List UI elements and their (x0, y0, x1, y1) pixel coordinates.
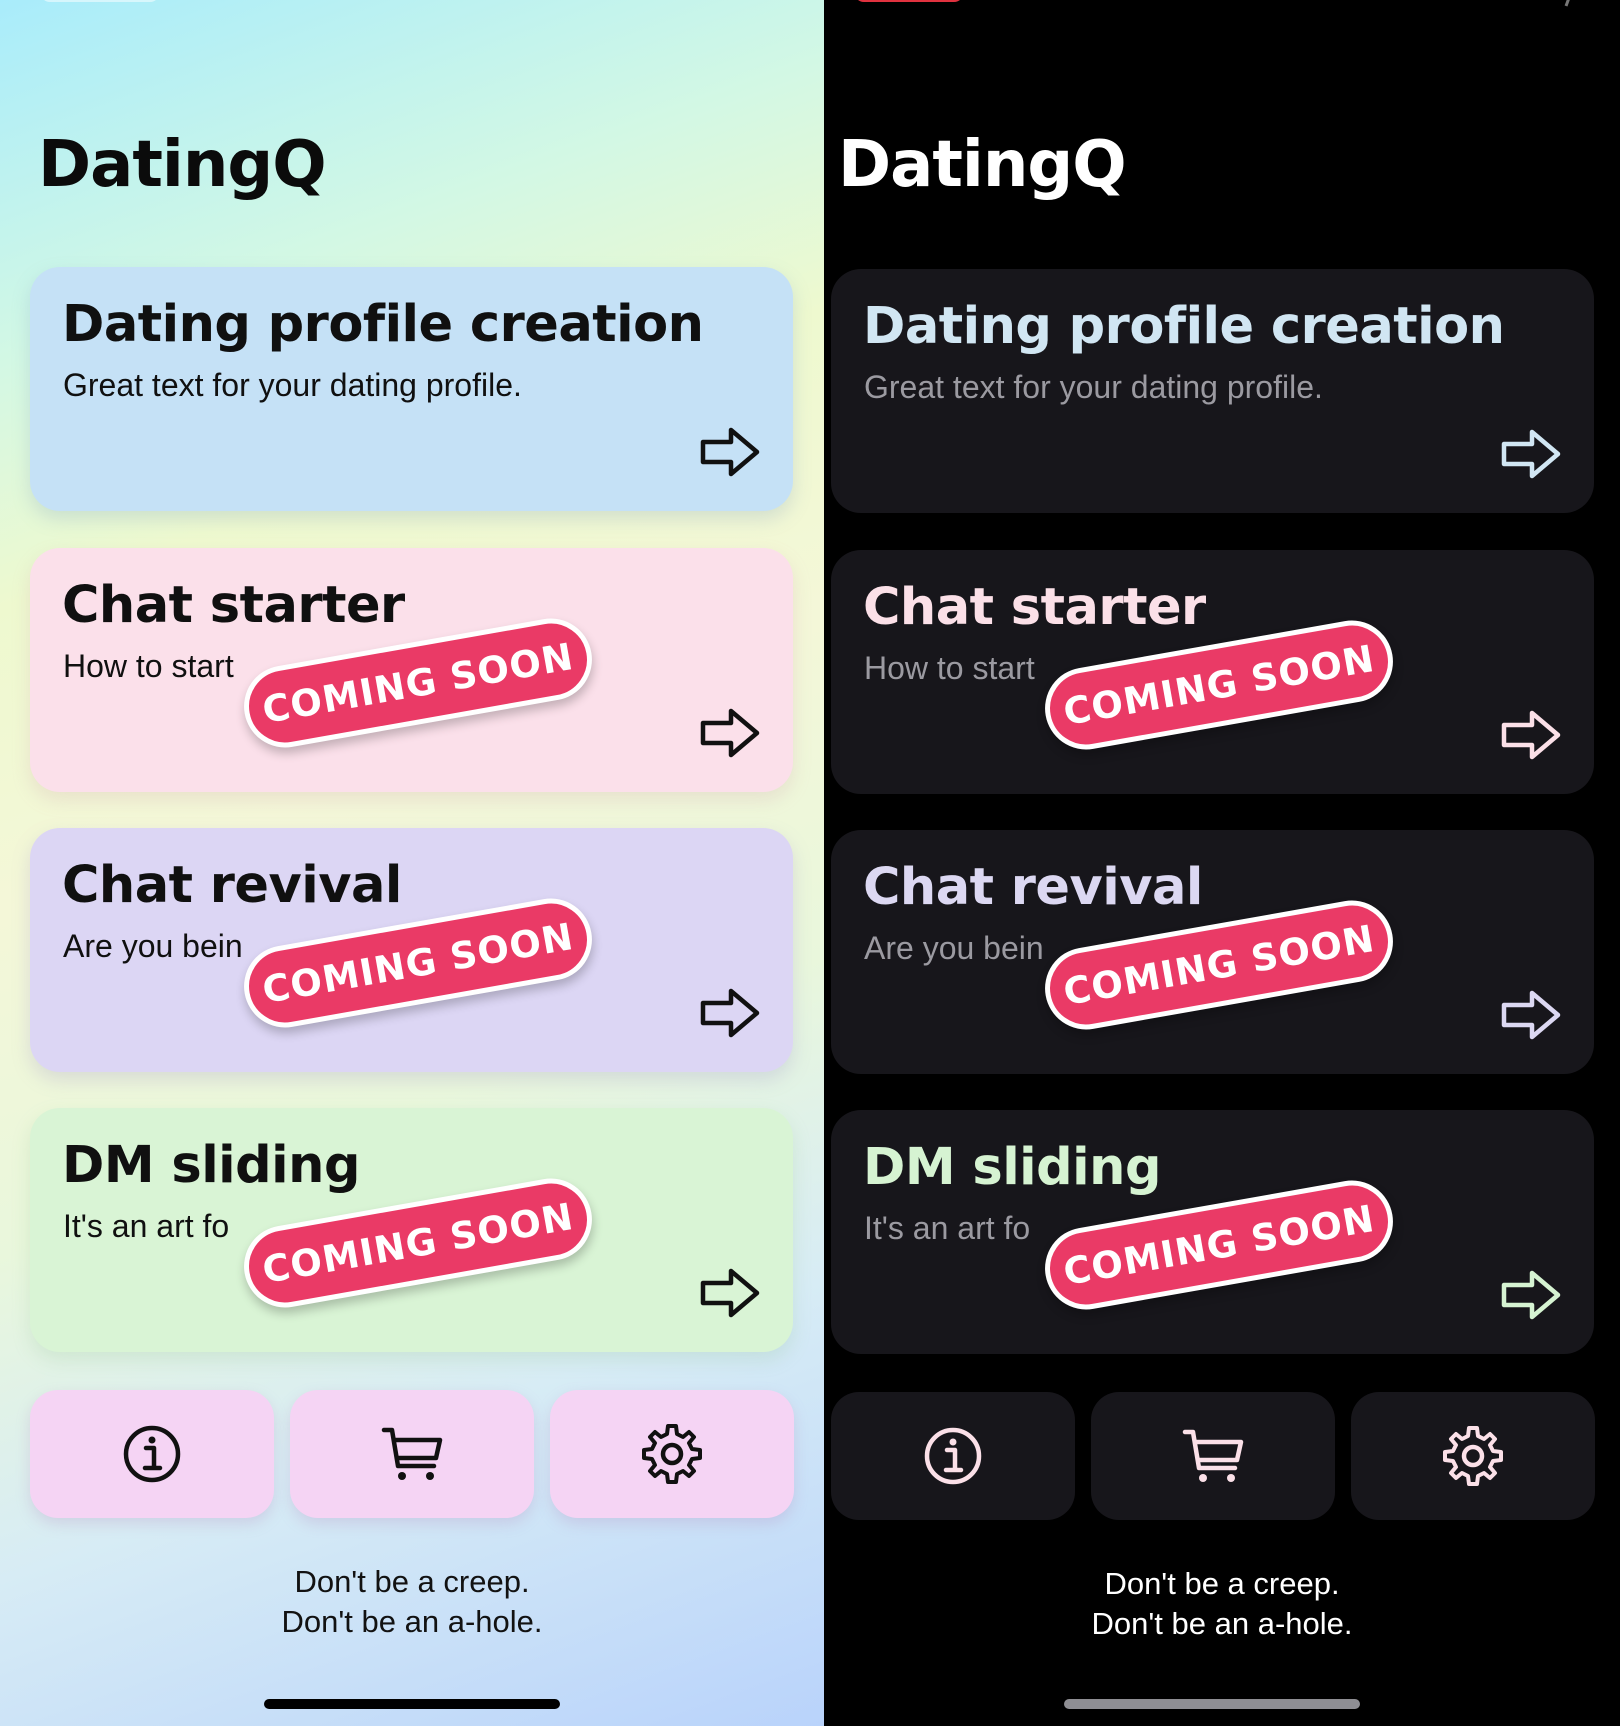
card-dm-sliding[interactable]: DM sliding It's an art fo COMING SOON (30, 1108, 793, 1352)
gear-icon (642, 1424, 702, 1484)
dark-mode-screen: DatingQ Dating profile creation Great te… (824, 0, 1620, 1726)
light-mode-screen: DatingQ Dating profile creation Great te… (0, 0, 824, 1726)
card-subtitle: It's an art fo (63, 1208, 230, 1244)
arrow-right-icon[interactable] (699, 986, 761, 1040)
footer-line: Don't be a creep. (294, 1564, 530, 1599)
settings-button[interactable] (1351, 1392, 1595, 1520)
footer-line: Don't be a creep. (1104, 1566, 1340, 1601)
arrow-right-icon[interactable] (1500, 988, 1562, 1042)
info-icon (924, 1427, 982, 1485)
footer-line: Don't be an a-hole. (281, 1604, 543, 1639)
card-dm-sliding[interactable]: DM sliding It's an art fo COMING SOON (831, 1110, 1594, 1354)
info-button[interactable] (30, 1390, 274, 1518)
card-subtitle: Great text for your dating profile. (864, 369, 1323, 405)
card-subtitle: How to start (864, 650, 1035, 686)
info-button[interactable] (831, 1392, 1075, 1520)
arrow-right-icon[interactable] (699, 706, 761, 760)
card-dating-profile-creation[interactable]: Dating profile creation Great text for y… (831, 269, 1594, 513)
card-chat-starter[interactable]: Chat starter How to start COMING SOON (831, 550, 1594, 794)
footer-line: Don't be an a-hole. (1091, 1606, 1353, 1641)
status-bar-indicator (854, 0, 964, 2)
card-subtitle: Great text for your dating profile. (63, 367, 522, 403)
card-title: Chat revival (62, 856, 402, 915)
arrow-right-icon[interactable] (1500, 427, 1562, 481)
card-title: Chat starter (62, 576, 405, 635)
card-title: Chat starter (863, 578, 1206, 637)
arrow-right-icon[interactable] (1500, 1268, 1562, 1322)
card-title: DM sliding (863, 1138, 1161, 1197)
status-bar-indicator (1551, 0, 1572, 7)
card-title: Dating profile creation (863, 297, 1505, 356)
cart-icon (381, 1427, 443, 1480)
info-icon (123, 1425, 181, 1483)
card-dating-profile-creation[interactable]: Dating profile creation Great text for y… (30, 267, 793, 511)
arrow-right-icon[interactable] (1500, 708, 1562, 762)
footer-message: Don't be a creep. Don't be an a-hole. (0, 1562, 824, 1642)
cart-button[interactable] (290, 1390, 534, 1518)
cart-button[interactable] (1091, 1392, 1335, 1520)
card-subtitle: It's an art fo (864, 1210, 1031, 1246)
card-subtitle: Are you bein (63, 928, 243, 964)
card-chat-starter[interactable]: Chat starter How to start COMING SOON (30, 548, 793, 792)
card-chat-revival[interactable]: Chat revival Are you bein COMING SOON (30, 828, 793, 1072)
app-title: DatingQ (838, 128, 1127, 202)
card-subtitle: How to start (63, 648, 234, 684)
home-indicator[interactable] (1064, 1699, 1360, 1709)
card-title: Dating profile creation (62, 295, 704, 354)
card-chat-revival[interactable]: Chat revival Are you bein COMING SOON (831, 830, 1594, 1074)
gear-icon (1443, 1426, 1503, 1486)
footer-message: Don't be a creep. Don't be an a-hole. (824, 1564, 1620, 1644)
status-bar-indicator (40, 0, 160, 2)
card-title: DM sliding (62, 1136, 360, 1195)
home-indicator[interactable] (264, 1699, 560, 1709)
app-title: DatingQ (38, 128, 327, 202)
cart-icon (1182, 1429, 1244, 1482)
card-subtitle: Are you bein (864, 930, 1044, 966)
arrow-right-icon[interactable] (699, 425, 761, 479)
card-title: Chat revival (863, 858, 1203, 917)
settings-button[interactable] (550, 1390, 794, 1518)
arrow-right-icon[interactable] (699, 1266, 761, 1320)
